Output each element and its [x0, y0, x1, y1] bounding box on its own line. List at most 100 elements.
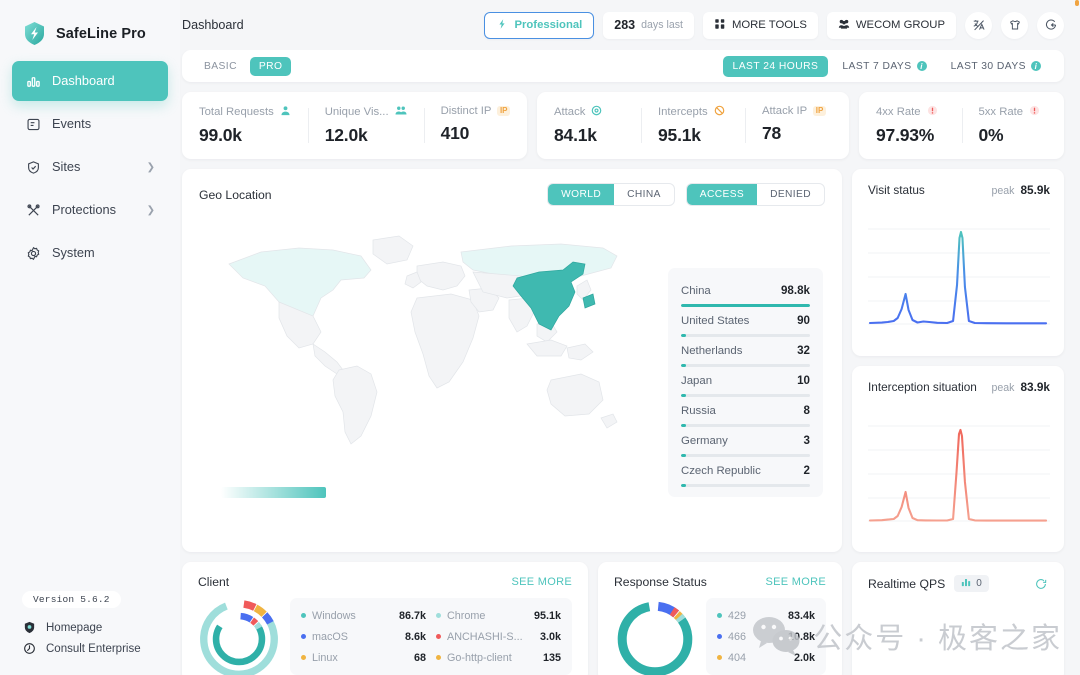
legend-label: macOS [312, 631, 348, 643]
list-item[interactable]: Germany 3 [681, 427, 810, 457]
visit-status-sparkline [868, 205, 1050, 333]
license-chip[interactable]: Professional [484, 12, 594, 39]
stat-label: Distinct IP [441, 105, 492, 117]
geo-header: Geo Location WORLD CHINA ACCESS DENIED [199, 183, 825, 206]
list-item[interactable]: 466 10.8k [717, 626, 815, 647]
range-last-30-days[interactable]: LAST 30 DAYS i [941, 56, 1051, 77]
response-status-card: Response Status SEE MORE [598, 562, 842, 675]
stat-label-wrap: Unique Vis... [325, 105, 407, 119]
dashboard-content: BASIC PRO LAST 24 HOURS LAST 7 DAYS i LA… [180, 50, 1080, 675]
legend-label: Chrome [447, 610, 485, 622]
response-status-donut-chart [614, 598, 696, 675]
stat-label-wrap: Total Requests [199, 105, 291, 119]
list-item[interactable]: 429 83.4k [717, 605, 815, 626]
qps-title: Realtime QPS [868, 577, 945, 591]
list-item[interactable]: Windows 86.7k [301, 605, 426, 626]
world-map[interactable] [221, 220, 621, 470]
logout-icon[interactable] [1037, 12, 1064, 39]
country-bar [681, 484, 810, 487]
page-title: Dashboard [182, 18, 244, 32]
qps-badge: 0 [954, 575, 989, 592]
language-icon[interactable] [965, 12, 992, 39]
legend-value: 83.4k [783, 610, 815, 622]
stat-value: 95.1k [658, 125, 728, 146]
country-top: Germany 3 [681, 434, 810, 447]
days-left-chip[interactable]: 283 days last [603, 12, 694, 39]
legend-value: 135 [538, 652, 561, 664]
client-see-more-link[interactable]: SEE MORE [512, 576, 572, 588]
stat-group-attack: Attack 84.1k Intercepts [537, 92, 849, 159]
country-top: Netherlands 32 [681, 344, 810, 357]
list-item[interactable]: Chrome 95.1k [436, 605, 561, 626]
range-last-24-hours[interactable]: LAST 24 HOURS [723, 56, 829, 77]
geo-scope-china[interactable]: CHINA [614, 184, 674, 205]
response-legend-column: 429 83.4k 466 10.8k 40 [717, 605, 815, 668]
peak-value: 83.9k [1020, 380, 1050, 394]
footer-link-homepage[interactable]: Homepage [22, 617, 180, 638]
range-last-7-days[interactable]: LAST 7 DAYS i [832, 56, 936, 77]
more-tools-button[interactable]: MORE TOOLS [703, 12, 818, 39]
legend-label: 466 [728, 631, 746, 643]
response-see-more-link[interactable]: SEE MORE [766, 576, 826, 588]
refresh-icon[interactable] [1034, 577, 1048, 591]
list-item[interactable]: Czech Republic 2 [681, 457, 810, 487]
list-item[interactable]: 404 2.0k [717, 647, 815, 668]
stat-label-wrap: Attack IP IP [762, 105, 832, 117]
list-item[interactable]: United States 90 [681, 307, 810, 337]
legend-dot-icon [436, 613, 441, 618]
list-item[interactable]: China 98.8k [681, 277, 810, 307]
country-value: 32 [797, 344, 810, 357]
middle-row: Geo Location WORLD CHINA ACCESS DENIED [182, 169, 1064, 552]
geo-title: Geo Location [199, 188, 272, 202]
list-item[interactable]: macOS 8.6k [301, 626, 426, 647]
list-item[interactable]: Go-http-client 135 [436, 647, 561, 668]
country-bar [681, 364, 810, 367]
peak-label: peak [991, 185, 1014, 197]
sidebar-item-dashboard[interactable]: Dashboard [12, 61, 168, 101]
wecom-group-label: WECOM GROUP [856, 19, 945, 31]
interception-situation-card: Interception situation peak 83.9k [852, 366, 1064, 553]
sidebar-item-protections[interactable]: Protections ❯ [12, 190, 168, 230]
sidebar-item-events[interactable]: Events [12, 104, 168, 144]
license-icon [496, 18, 508, 33]
brand-name: SafeLine Pro [56, 26, 146, 42]
theme-shirt-icon[interactable] [1001, 12, 1028, 39]
list-item[interactable]: Japan 10 [681, 367, 810, 397]
geo-body: China 98.8k United States 90 [199, 206, 825, 526]
list-item[interactable]: ANCHASHI-S... 3.0k [436, 626, 561, 647]
country-value: 98.8k [781, 284, 810, 297]
geo-type-access[interactable]: ACCESS [687, 184, 757, 205]
stat-total-requests: Total Requests 99.0k [182, 105, 308, 146]
gear-icon [25, 245, 41, 261]
legend-value: 8.6k [400, 631, 426, 643]
footer-link-consult[interactable]: Consult Enterprise [22, 638, 180, 659]
map-color-legend [221, 487, 326, 498]
brand-logo[interactable]: SafeLine Pro [0, 0, 180, 50]
stat-label-wrap: 5xx Rate [979, 105, 1048, 119]
client-legend-os-column: Windows 86.7k macOS 8.6k [301, 605, 426, 668]
stat-label-wrap: Distinct IP IP [441, 105, 510, 117]
stat-label-wrap: Attack [554, 105, 624, 119]
country-bar [681, 424, 810, 427]
list-item[interactable]: Linux 68 [301, 647, 426, 668]
stat-value: 12.0k [325, 125, 407, 146]
geo-type-denied[interactable]: DENIED [757, 184, 824, 205]
stat-4xx-rate: 4xx Rate 97.93% [859, 105, 962, 146]
country-name: Japan [681, 375, 712, 387]
country-top: United States 90 [681, 314, 810, 327]
legend-dot-icon [717, 655, 722, 660]
mode-pro-button[interactable]: PRO [250, 57, 292, 76]
country-value: 8 [804, 404, 810, 417]
wecom-group-button[interactable]: WECOM GROUP [827, 12, 956, 39]
sidebar-item-system[interactable]: System [12, 233, 168, 273]
list-item[interactable]: Russia 8 [681, 397, 810, 427]
list-item[interactable]: Netherlands 32 [681, 337, 810, 367]
sidebar-item-sites[interactable]: Sites ❯ [12, 147, 168, 187]
country-name: Netherlands [681, 345, 742, 357]
stat-label: 4xx Rate [876, 106, 921, 118]
geo-scope-world[interactable]: WORLD [548, 184, 614, 205]
sidebar-footer: Version 5.6.2 Homepage Consult Enterpris… [0, 589, 180, 675]
mode-basic-button[interactable]: BASIC [195, 57, 246, 76]
stat-value: 410 [441, 123, 510, 144]
legend-value: 95.1k [529, 610, 561, 622]
